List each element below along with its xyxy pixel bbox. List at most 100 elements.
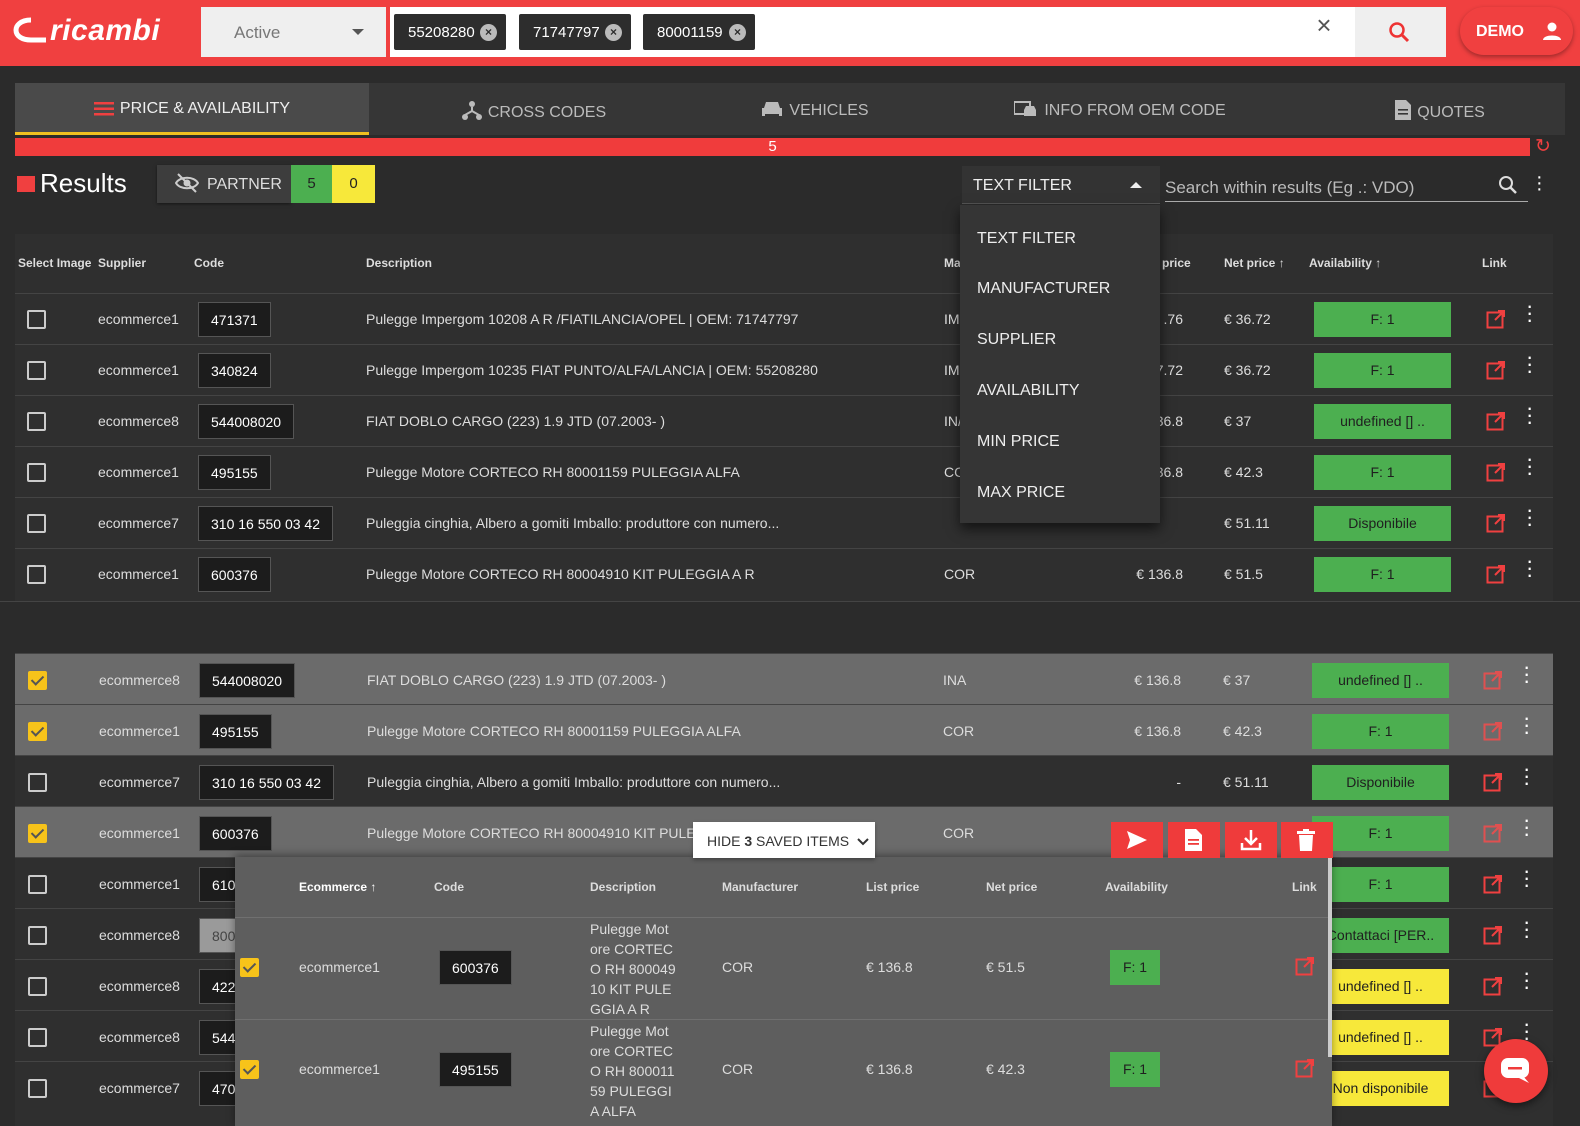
external-link-icon[interactable] <box>1483 874 1503 894</box>
code-badge[interactable]: 600376 <box>199 816 272 851</box>
more-options-icon[interactable]: ··· <box>1523 860 1530 896</box>
external-link-icon[interactable] <box>1295 956 1315 976</box>
search-button[interactable] <box>1355 7 1446 57</box>
tab-vehicles[interactable]: VEHICLES <box>715 83 915 135</box>
code-badge[interactable]: 544008020 <box>199 663 296 698</box>
select-checkbox[interactable] <box>27 463 46 482</box>
availability-badge[interactable]: undefined [] .. <box>1312 1020 1449 1055</box>
external-link-icon[interactable] <box>1483 925 1503 945</box>
availability-badge[interactable]: F: 1 <box>1312 867 1449 902</box>
search-input[interactable]: 55208280 × 71747797 × 80001159 × <box>390 7 1445 57</box>
delete-button[interactable] <box>1281 822 1333 858</box>
filter-type-select[interactable]: TEXT FILTER <box>962 166 1160 204</box>
select-checkbox[interactable] <box>28 1028 47 1047</box>
code-badge[interactable]: 495155 <box>199 714 272 749</box>
tab-info-oem[interactable]: INFO FROM OEM CODE <box>990 83 1250 135</box>
external-link-icon[interactable] <box>1483 823 1503 843</box>
unavailable-count-badge[interactable]: 0 <box>332 165 375 203</box>
select-checkbox[interactable] <box>28 926 47 945</box>
select-checkbox[interactable] <box>240 958 259 977</box>
code-badge[interactable]: 340824 <box>198 353 271 388</box>
select-checkbox[interactable] <box>28 773 47 792</box>
saved-header-list-price[interactable]: List price <box>866 880 919 894</box>
saved-header-ecommerce[interactable]: Ecommerce ↑ <box>299 880 376 894</box>
availability-badge[interactable]: Non disponibile <box>1312 1071 1449 1106</box>
chip-remove-icon[interactable]: × <box>480 24 497 41</box>
more-options-icon[interactable]: ··· <box>1526 499 1533 535</box>
select-checkbox[interactable] <box>27 514 46 533</box>
tab-cross-codes[interactable]: CROSS CODES <box>419 83 649 135</box>
saved-panel-scrollbar[interactable] <box>1328 857 1332 1057</box>
menu-item-min-price[interactable]: MIN PRICE <box>977 433 1060 451</box>
more-options-icon[interactable]: ··· <box>1523 656 1530 692</box>
availability-badge[interactable]: F: 1 <box>1314 455 1451 490</box>
select-checkbox[interactable] <box>28 671 47 690</box>
search-icon[interactable] <box>1498 175 1518 195</box>
saved-header-description[interactable]: Description <box>590 880 656 894</box>
external-link-icon[interactable] <box>1483 721 1503 741</box>
availability-badge[interactable]: F: 1 <box>1314 353 1451 388</box>
col-header-description[interactable]: Description <box>366 256 432 270</box>
external-link-icon[interactable] <box>1486 564 1506 584</box>
tab-price-availability[interactable]: PRICE & AVAILABILITY <box>15 83 369 135</box>
external-link-icon[interactable] <box>1486 513 1506 533</box>
col-header-code[interactable]: Code <box>194 256 224 270</box>
select-checkbox[interactable] <box>28 875 47 894</box>
external-link-icon[interactable] <box>1295 1058 1315 1078</box>
refresh-icon[interactable]: ↻ <box>1535 135 1551 158</box>
results-search-input[interactable]: Search within results (Eg .: VDO) <box>1165 170 1528 202</box>
availability-badge[interactable]: F: 1 <box>1110 1052 1160 1087</box>
code-badge[interactable]: 600376 <box>198 557 271 592</box>
select-checkbox[interactable] <box>240 1060 259 1079</box>
menu-item-supplier[interactable]: SUPPLIER <box>977 331 1056 349</box>
document-button[interactable] <box>1168 822 1220 858</box>
col-header-list-price[interactable]: price <box>1162 256 1191 270</box>
more-options-icon[interactable]: ··· <box>1526 397 1533 433</box>
external-link-icon[interactable] <box>1486 462 1506 482</box>
code-badge[interactable]: 310 16 550 03 42 <box>199 765 334 800</box>
availability-badge[interactable]: undefined [] .. <box>1312 663 1449 698</box>
availability-badge[interactable]: Disponibile <box>1314 506 1451 541</box>
select-checkbox[interactable] <box>27 412 46 431</box>
download-button[interactable] <box>1225 822 1277 858</box>
saved-header-manufacturer[interactable]: Manufacturer <box>722 880 798 894</box>
availability-badge[interactable]: Disponibile <box>1312 765 1449 800</box>
code-badge[interactable]: 495155 <box>198 455 271 490</box>
external-link-icon[interactable] <box>1483 772 1503 792</box>
code-badge[interactable]: 471371 <box>198 302 271 337</box>
menu-item-text-filter[interactable]: TEXT FILTER <box>977 230 1076 248</box>
app-logo[interactable]: ricambi <box>12 14 160 48</box>
chat-button[interactable] <box>1484 1039 1548 1103</box>
col-header-availability[interactable]: Availability ↑ <box>1309 256 1381 270</box>
select-checkbox[interactable] <box>28 824 47 843</box>
availability-badge[interactable]: F: 1 <box>1110 950 1160 985</box>
more-options-icon[interactable]: ··· <box>1523 758 1530 794</box>
more-options-icon[interactable]: ··· <box>1523 962 1530 998</box>
more-options-icon[interactable]: ··· <box>1536 167 1543 199</box>
menu-item-max-price[interactable]: MAX PRICE <box>977 484 1065 502</box>
more-options-icon[interactable]: ··· <box>1526 346 1533 382</box>
external-link-icon[interactable] <box>1486 411 1506 431</box>
availability-badge[interactable]: undefined [] .. <box>1314 404 1451 439</box>
saved-header-availability[interactable]: Availability <box>1105 880 1168 894</box>
tab-quotes[interactable]: QUOTES <box>1365 83 1515 135</box>
availability-badge[interactable]: F: 1 <box>1314 302 1451 337</box>
chip-remove-icon[interactable]: × <box>729 24 746 41</box>
availability-badge[interactable]: F: 1 <box>1312 714 1449 749</box>
more-options-icon[interactable]: ··· <box>1526 448 1533 484</box>
select-checkbox[interactable] <box>27 565 46 584</box>
close-icon[interactable]: × <box>1312 12 1336 38</box>
availability-badge[interactable]: Contattaci [PER.. <box>1312 918 1449 953</box>
code-badge[interactable]: 544008020 <box>198 404 295 439</box>
col-header-manufacturer[interactable]: Ma <box>944 256 961 270</box>
more-options-icon[interactable]: ··· <box>1523 707 1530 743</box>
code-badge[interactable]: 495155 <box>439 1052 512 1087</box>
more-options-icon[interactable]: ··· <box>1526 550 1533 586</box>
external-link-icon[interactable] <box>1483 976 1503 996</box>
select-checkbox[interactable] <box>28 977 47 996</box>
user-menu-button[interactable]: DEMO <box>1460 7 1573 55</box>
menu-item-availability[interactable]: AVAILABILITY <box>977 382 1080 400</box>
external-link-icon[interactable] <box>1483 670 1503 690</box>
code-badge[interactable]: 310 16 550 03 42 <box>198 506 333 541</box>
send-button[interactable] <box>1111 822 1163 858</box>
